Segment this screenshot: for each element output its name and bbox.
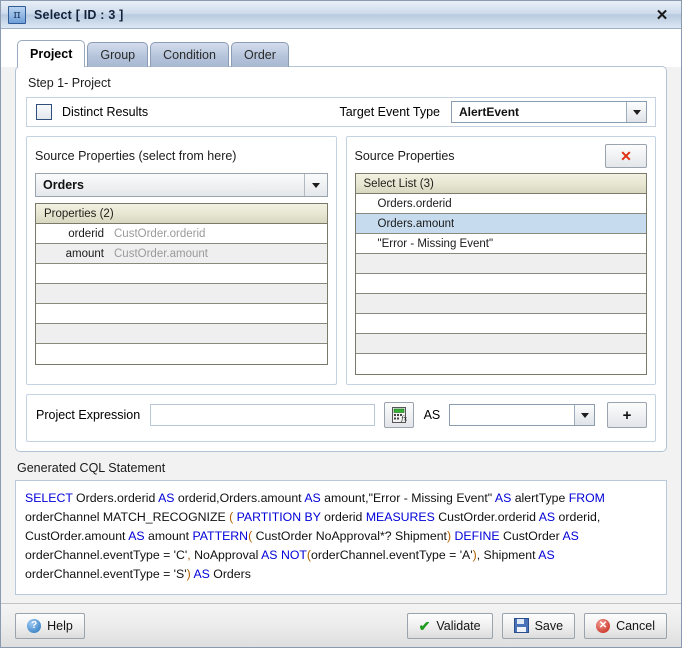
grid-header: Select List (3) [355,174,646,194]
cancel-button[interactable]: ✕ Cancel [584,612,667,639]
validate-button-label: Validate [436,618,481,633]
table-row[interactable]: orderid CustOrder.orderid [36,224,327,244]
generated-cql-text[interactable]: SELECT Orders.orderid AS orderid,Orders.… [15,480,667,595]
list-item-label: Orders.amount [377,217,455,230]
project-expression-label: Project Expression [36,408,141,422]
as-alias-select[interactable] [449,404,595,426]
target-event-type-select[interactable]: AlertEvent [451,101,647,123]
table-row[interactable] [36,324,327,344]
project-expression-input[interactable] [150,404,375,426]
step-label: Step 1- Project [28,76,111,90]
check-icon: ✔ [418,617,431,634]
select-list-panel: Source Properties ✕ Select List (3) Orde… [345,136,656,385]
list-item[interactable]: Orders.orderid [355,194,646,214]
grid-header: Properties (2) [36,204,327,224]
property-value: CustOrder.orderid [114,227,206,240]
table-row[interactable] [36,284,327,304]
validate-button[interactable]: ✔ Validate [406,612,493,639]
svg-text:fx: fx [400,415,407,423]
tab-project[interactable]: Project [17,40,86,67]
tab-condition[interactable]: Condition [150,42,229,67]
property-value: CustOrder.amount [114,247,208,260]
select-list-title: Source Properties [354,149,455,163]
list-item[interactable] [355,294,646,314]
chevron-down-icon[interactable] [574,405,594,425]
window-title: Select [ ID : 3 ] [34,7,124,22]
select-dialog-window: π Select [ ID : 3 ] ✕ Project Group Cond… [0,0,682,648]
chevron-down-icon[interactable] [626,102,646,122]
save-button[interactable]: Save [501,612,576,639]
target-event-type-value: AlertEvent [452,102,626,122]
distinct-results-row: Distinct Results Target Event Type Alert… [26,97,656,127]
distinct-results-label: Distinct Results [62,105,149,119]
project-tab-panel: Step 1- Project Distinct Results Target … [15,66,667,452]
source-properties-panel: Source Properties (select from here) Ord… [26,136,337,385]
lists-row: Source Properties (select from here) Ord… [26,136,656,385]
source-select[interactable]: Orders [35,173,328,197]
list-item-label: Orders.orderid [377,197,452,210]
tab-group[interactable]: Group [87,42,149,67]
help-button-label: Help [47,618,73,633]
source-properties-title: Source Properties (select from here) [35,149,237,163]
tab-order[interactable]: Order [230,42,289,67]
floppy-disk-icon [513,618,529,633]
generated-cql-section: Generated CQL Statement SELECT Orders.or… [15,461,667,595]
help-icon: ? [27,618,42,633]
list-item[interactable] [355,354,646,374]
table-row[interactable] [36,264,327,284]
close-x-icon: ✕ [620,147,632,164]
cancel-icon: ✕ [596,618,611,633]
property-name: amount [65,247,104,260]
close-icon[interactable]: ✕ [651,5,673,25]
list-item-label: "Error - Missing Event" [377,237,494,250]
calculator-fx-icon: fx [391,407,407,423]
list-item[interactable] [355,274,646,294]
cancel-button-label: Cancel [616,618,655,633]
chevron-down-icon[interactable] [303,174,327,196]
distinct-results-checkbox[interactable] [36,104,52,120]
add-expression-button[interactable]: + [607,402,647,428]
expression-builder-button[interactable]: fx [383,402,414,428]
generated-cql-label: Generated CQL Statement [17,461,166,475]
source-properties-header: Source Properties (select from here) [35,144,328,168]
list-item[interactable]: "Error - Missing Event" [355,234,646,254]
table-row[interactable] [36,344,327,364]
as-label: AS [423,408,441,422]
table-row[interactable] [36,304,327,324]
title-bar: π Select [ ID : 3 ] ✕ [1,1,681,29]
list-item[interactable]: Orders.amount [355,214,646,234]
list-item[interactable] [355,314,646,334]
pi-icon: π [8,5,26,24]
list-item[interactable] [355,254,646,274]
tabs-area: Project Group Condition Order [1,29,681,67]
delete-button[interactable]: ✕ [605,144,647,168]
source-properties-grid: Properties (2) orderid CustOrder.orderid… [35,203,328,365]
property-name: orderid [68,227,104,240]
list-item[interactable] [355,334,646,354]
project-expression-panel: Project Expression fx AS + [26,394,656,442]
tabstrip: Project Group Condition Order [17,40,681,67]
save-button-label: Save [534,618,564,633]
table-row[interactable]: amount CustOrder.amount [36,244,327,264]
target-event-type-label: Target Event Type [339,105,440,119]
project-expression-row: Project Expression fx AS + [36,402,647,428]
select-list-header: Source Properties ✕ [354,144,647,168]
source-select-value: Orders [43,178,84,192]
as-alias-value [450,405,574,425]
select-list-grid: Select List (3) Orders.orderid Orders.am… [354,173,647,375]
dialog-footer: ? Help ✔ Validate Save ✕ Cancel [1,603,681,647]
help-button[interactable]: ? Help [15,612,85,639]
